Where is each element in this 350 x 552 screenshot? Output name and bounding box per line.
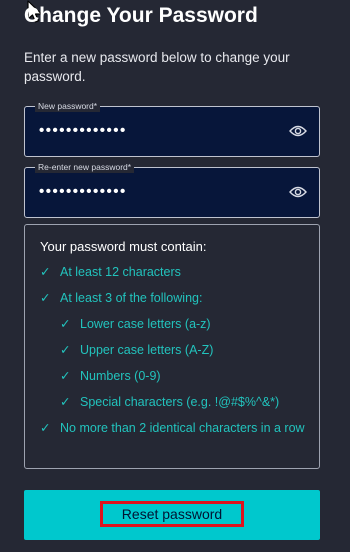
- requirement-text: Special characters (e.g. !@#$%^&*): [80, 395, 280, 409]
- requirement-text: Upper case letters (A-Z): [80, 343, 214, 357]
- check-icon: ✓: [60, 317, 71, 331]
- eye-icon[interactable]: [289, 185, 307, 199]
- reenter-password-label: Re-enter new password*: [35, 161, 135, 173]
- check-icon: ✓: [60, 343, 71, 357]
- password-requirements-box: Your password must contain: ✓ At least 1…: [24, 224, 320, 469]
- eye-icon[interactable]: [289, 124, 307, 138]
- requirements-title: Your password must contain:: [40, 239, 207, 254]
- new-password-field[interactable]: New password* •••••••••••••: [24, 100, 320, 157]
- requirement-item: ✓ Upper case letters (A-Z): [60, 341, 310, 359]
- check-icon: ✓: [60, 369, 71, 383]
- check-icon: ✓: [40, 265, 51, 279]
- requirement-item: ✓ No more than 2 identical characters in…: [40, 419, 305, 437]
- change-password-page: Change Your Password Enter a new passwor…: [0, 0, 350, 552]
- new-password-label: New password*: [35, 100, 101, 112]
- requirement-text: Lower case letters (a-z): [80, 317, 211, 331]
- requirement-text: Numbers (0-9): [80, 369, 161, 383]
- requirement-item: ✓ At least 12 characters: [40, 263, 310, 281]
- check-icon: ✓: [60, 395, 71, 409]
- reenter-password-field[interactable]: Re-enter new password* •••••••••••••: [24, 161, 320, 218]
- reset-password-button[interactable]: Reset password: [24, 490, 320, 540]
- intro-text: Enter a new password below to change you…: [24, 50, 290, 84]
- check-icon: ✓: [40, 291, 51, 305]
- requirement-item: ✓ Special characters (e.g. !@#$%^&*): [60, 393, 315, 411]
- new-password-value: •••••••••••••: [39, 122, 127, 139]
- requirement-text: At least 12 characters: [60, 265, 181, 279]
- reenter-password-value: •••••••••••••: [39, 183, 127, 200]
- requirement-item: ✓ At least 3 of the following:: [40, 289, 310, 307]
- requirement-text: No more than 2 identical characters in a…: [60, 421, 305, 435]
- requirement-text: At least 3 of the following:: [60, 291, 203, 305]
- check-icon: ✓: [40, 421, 51, 435]
- page-title: Change Your Password: [24, 4, 258, 27]
- reset-password-label: Reset password: [100, 501, 244, 527]
- requirement-item: ✓ Numbers (0-9): [60, 367, 310, 385]
- requirement-item: ✓ Lower case letters (a-z): [60, 315, 310, 333]
